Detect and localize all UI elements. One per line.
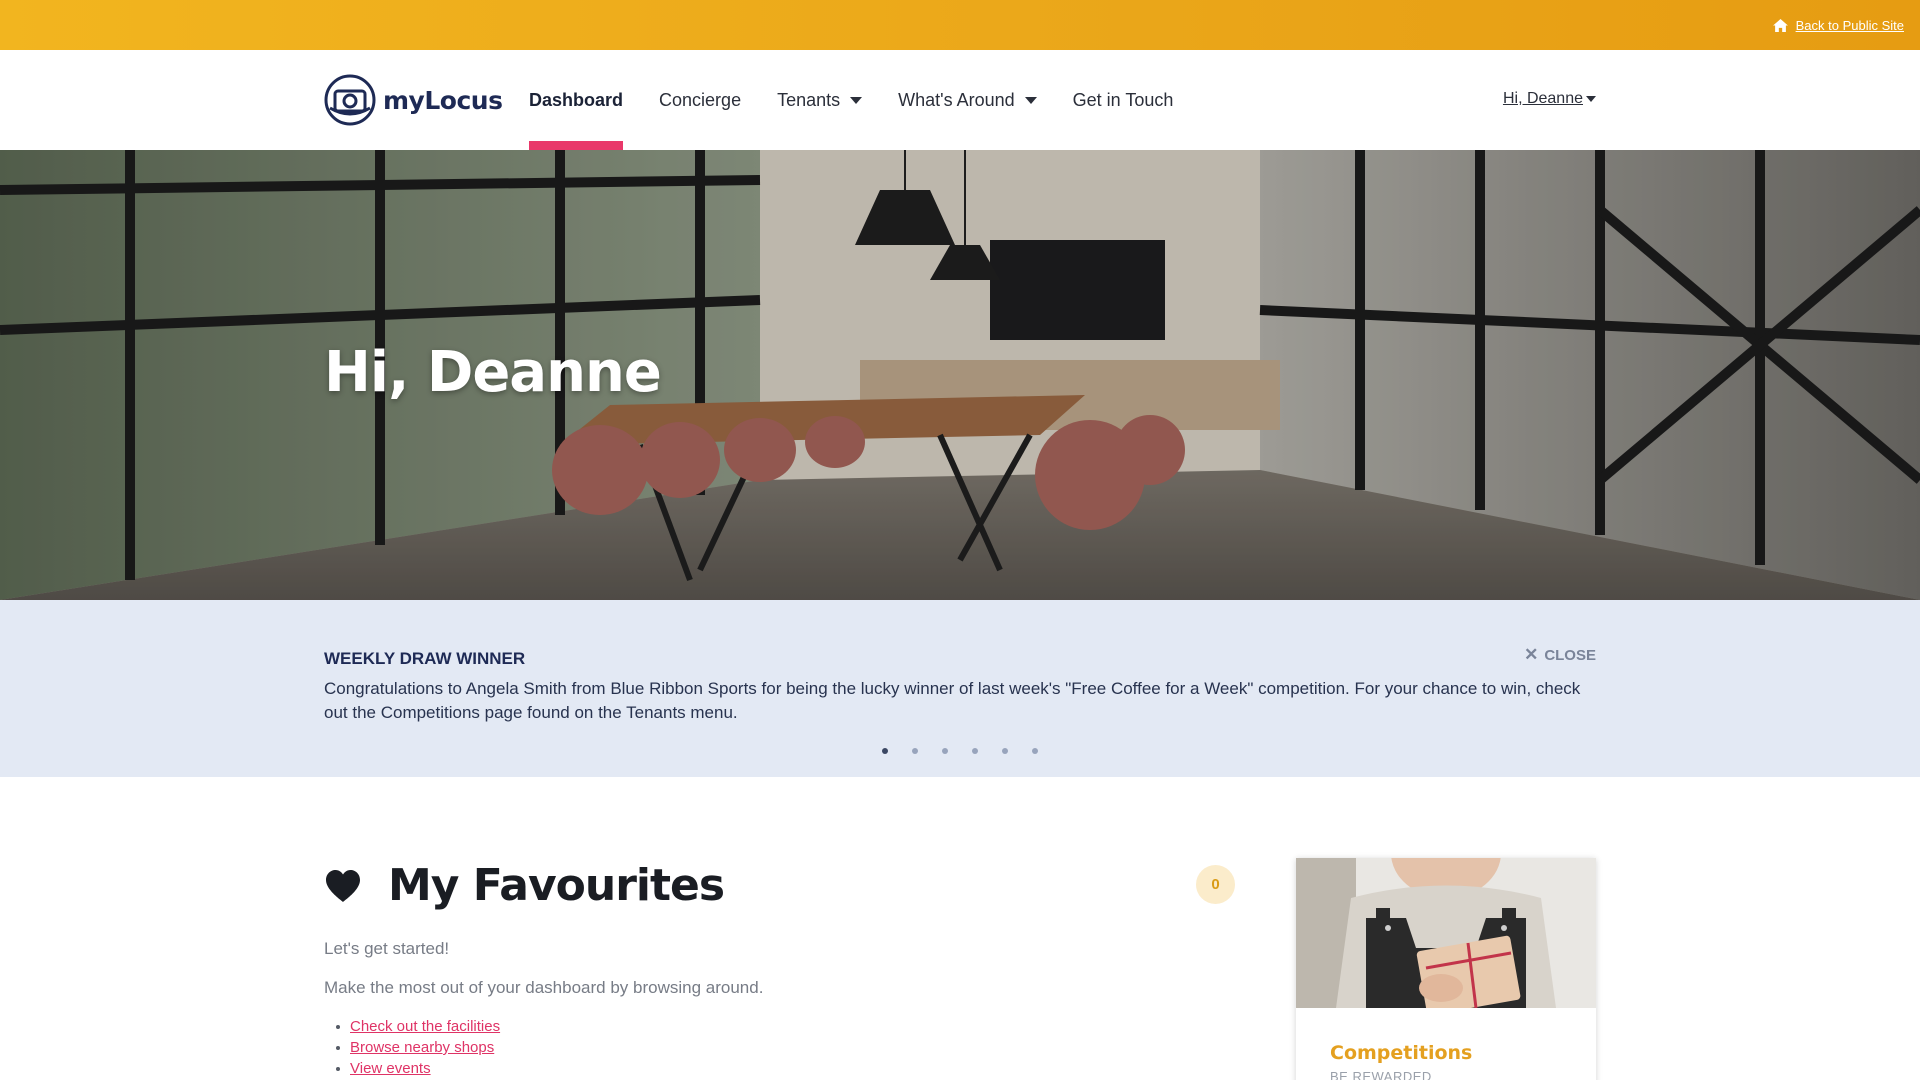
list-item: Browse nearby shops <box>335 1037 500 1058</box>
carousel-dot[interactable] <box>942 748 948 754</box>
nav-item-label: Dashboard <box>529 89 624 110</box>
top-utility-bar: Back to Public Site <box>0 0 1920 50</box>
card-title: Competitions <box>1330 1042 1473 1064</box>
list-item: View events <box>335 1058 500 1079</box>
close-label: CLOSE <box>1544 646 1596 664</box>
announcement-body: Congratulations to Angela Smith from Blu… <box>324 679 1581 722</box>
carousel-pagination <box>882 748 1038 754</box>
main-navbar: myLocus Dashboard Concierge Tenants What… <box>0 50 1920 150</box>
facilities-link[interactable]: Check out the facilities <box>350 1018 500 1035</box>
hero-office-image <box>0 150 1920 600</box>
back-to-public-site-label: Back to Public Site <box>1795 18 1904 33</box>
events-link[interactable]: View events <box>350 1060 431 1077</box>
gift-photo-illustration <box>1296 858 1596 1008</box>
caret-down-icon <box>1024 96 1037 104</box>
hero-greeting: Hi, Deanne <box>324 340 662 405</box>
main-content: My Favourites 0 Let's get started! Make … <box>0 777 1920 1080</box>
card-subtitle: BE REWARDED <box>1330 1069 1432 1080</box>
favourites-heading: My Favourites <box>324 860 725 911</box>
back-to-public-site-link[interactable]: Back to Public Site <box>1772 18 1904 33</box>
nav-item-label: Tenants <box>777 89 841 110</box>
user-menu-label: Hi, Deanne <box>1502 90 1583 107</box>
nav-item-get-in-touch[interactable]: Get in Touch <box>1073 50 1174 150</box>
favourites-title: My Favourites <box>388 860 725 911</box>
heart-icon <box>326 869 360 902</box>
nav-item-concierge[interactable]: Concierge <box>659 50 741 150</box>
nav-item-whats-around[interactable]: What's Around <box>898 50 1037 150</box>
nav-item-label: Get in Touch <box>1072 89 1174 110</box>
favourites-count-badge: 0 <box>1196 865 1235 904</box>
home-icon <box>1772 19 1788 32</box>
announcement-banner: WEEKLY DRAW WINNER ✕ CLOSE Congratulatio… <box>0 600 1920 777</box>
logo-text: myLocus <box>383 85 503 115</box>
competitions-card[interactable]: Competitions BE REWARDED <box>1296 858 1596 1080</box>
carousel-dot[interactable] <box>972 748 978 754</box>
logo-mark-icon <box>324 74 376 126</box>
carousel-dot[interactable] <box>912 748 918 754</box>
carousel-dot[interactable] <box>1002 748 1008 754</box>
user-menu[interactable]: Hi, Deanne <box>1503 90 1596 108</box>
announcement-title: WEEKLY DRAW WINNER <box>324 649 526 668</box>
carousel-dot[interactable] <box>882 748 888 754</box>
mylocus-logo[interactable]: myLocus <box>324 74 503 126</box>
favourites-hint: Make the most out of your dashboard by b… <box>324 978 764 997</box>
favourites-intro: Let's get started! <box>324 939 450 958</box>
primary-nav: Dashboard Concierge Tenants What's Aroun… <box>529 50 1209 150</box>
caret-down-icon <box>850 96 863 104</box>
carousel-dot[interactable] <box>1032 748 1038 754</box>
competitions-card-image <box>1296 858 1596 1008</box>
shops-link[interactable]: Browse nearby shops <box>350 1039 494 1056</box>
nav-item-dashboard[interactable]: Dashboard <box>529 50 624 150</box>
close-icon: ✕ <box>1524 645 1539 664</box>
nav-item-tenants[interactable]: Tenants <box>777 50 863 150</box>
nav-item-label: Concierge <box>659 89 742 110</box>
hero-banner: Hi, Deanne <box>0 150 1920 600</box>
favourites-links: Check out the facilities Browse nearby s… <box>335 1016 500 1079</box>
nav-item-label: What's Around <box>898 89 1015 110</box>
list-item: Check out the facilities <box>335 1016 500 1037</box>
announcement-close-button[interactable]: ✕ CLOSE <box>1524 645 1596 665</box>
caret-down-icon <box>1586 96 1596 102</box>
